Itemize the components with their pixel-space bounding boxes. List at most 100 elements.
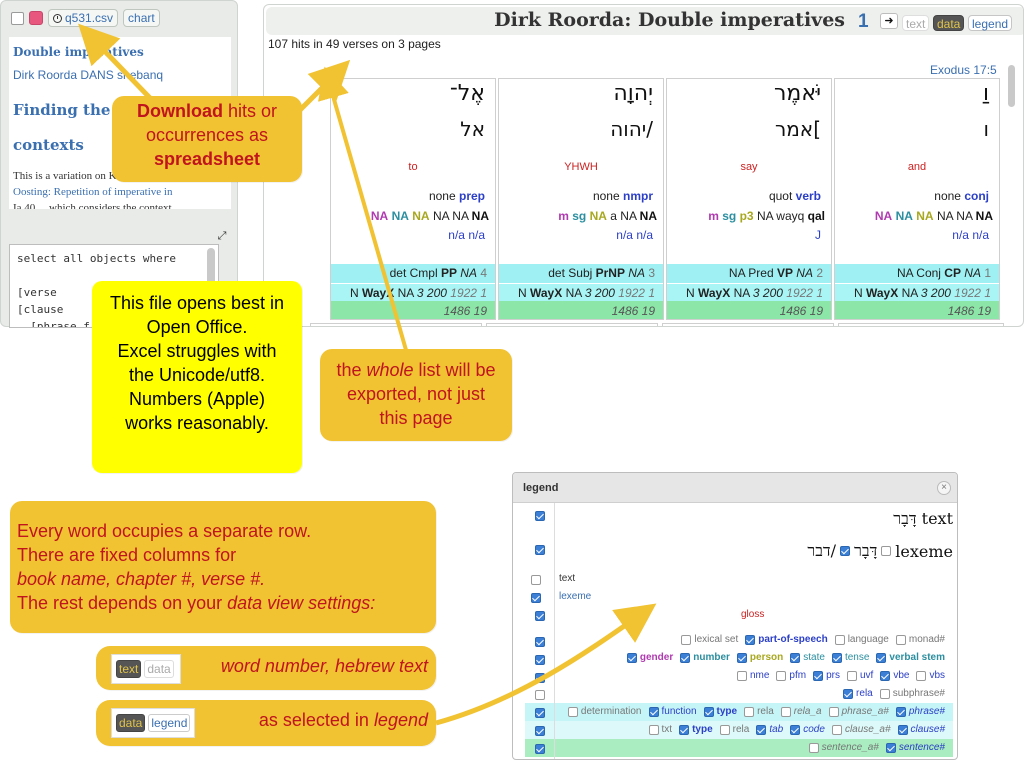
next-row-strip [486,323,658,326]
row-explanation-line-4: The rest depends on your data view setti… [17,591,430,615]
feature-checkbox[interactable] [876,652,887,663]
legend-affix-options: nme pfm prs uvf vbe vbs [736,670,949,681]
feature-checkbox[interactable] [831,724,842,735]
clause-row: N WayX NA 3 200 1922 1 [499,283,663,301]
feature-checkbox[interactable] [846,670,857,681]
feature-label: tense [844,652,870,663]
word-hebrew[interactable]: וַ [983,81,989,106]
text-hebrew: דָּבָר [893,509,917,528]
tab-text[interactable]: text [902,15,930,31]
open-office-line: This file opens best in [109,293,285,313]
pos-plain: quot [768,189,793,203]
open-office-callout: This file opens best in Open Office. Exc… [92,281,302,473]
chart-button[interactable]: chart [123,9,160,27]
feature-checkbox[interactable] [703,706,714,717]
feature-checkbox[interactable] [813,670,824,681]
tab-data[interactable]: data [144,660,174,678]
toggle-checkbox[interactable] [535,511,545,521]
verse-reference[interactable]: Exodus 17:5 [930,63,997,77]
open-office-line: Excel struggles with [117,341,277,361]
feature-checkbox[interactable] [895,706,906,717]
feature-label: vbs [929,670,945,681]
feature-checkbox[interactable] [681,634,692,645]
feature-checkbox[interactable] [736,652,747,663]
feature-checkbox[interactable] [885,742,896,753]
morph-value: sg [572,209,587,223]
feature-checkbox[interactable] [756,724,767,735]
feature-checkbox[interactable] [776,670,787,681]
feature-checkbox[interactable] [648,724,659,735]
word-lexeme[interactable]: אמר[ [775,117,821,141]
chart-label: chart [128,11,155,25]
tab-legend[interactable]: legend [148,714,191,732]
description-line-2[interactable]: Oosting: Repetition of imperative in [13,184,228,200]
word-hebrew[interactable]: יְהוָה [613,81,653,106]
tab-legend[interactable]: legend [968,15,1013,31]
feature-checkbox[interactable] [895,634,906,645]
csv-download-button[interactable]: q531.csv [48,9,119,27]
feature-checkbox[interactable] [879,688,890,699]
feature-checkbox[interactable] [626,652,637,663]
feature-checkbox[interactable] [567,706,578,717]
feature-checkbox[interactable] [831,652,842,663]
query-author[interactable]: Dirk Roorda DANS shebanq [13,68,228,82]
toggle-checkbox[interactable] [535,655,545,665]
feature-checkbox[interactable] [834,634,845,645]
query-title[interactable]: Double imperatives [13,45,228,59]
feature-checkbox[interactable] [679,724,690,735]
feature-checkbox[interactable] [736,670,747,681]
tab-text[interactable]: text [116,660,142,678]
lexeme-checkbox[interactable] [840,546,851,556]
toggle-checkbox[interactable] [535,690,545,700]
phrase-row: NA Conj CP NA 1 [835,264,999,283]
lexeme-vocalized-checkbox[interactable] [881,546,892,556]
feature-checkbox[interactable] [790,652,801,663]
toggle-checkbox[interactable] [535,744,545,754]
word-hebrew[interactable]: יֹּאמֶר [774,81,821,106]
pos-plain: none [934,189,961,203]
toggle-checkbox[interactable] [535,708,545,718]
feature-checkbox[interactable] [897,724,908,735]
next-page-button[interactable]: ➜ [880,13,898,29]
expand-icon[interactable]: ⤢ [215,229,229,243]
word-gloss: say [740,161,758,173]
clause-type: WayX [698,286,731,300]
select-checkbox[interactable] [11,11,24,25]
feature-checkbox[interactable] [808,742,819,753]
morph-value: NA [936,209,953,223]
feature-checkbox[interactable] [790,724,801,735]
feature-checkbox[interactable] [880,670,891,681]
legend-titlebar[interactable]: legend × [513,473,957,503]
morph-value: NA [432,209,449,223]
toggle-checkbox[interactable] [531,593,541,603]
tab-data[interactable]: data [933,15,965,31]
feature-checkbox[interactable] [648,706,659,717]
word-hebrew[interactable]: אֶל־ [450,81,485,106]
feature-checkbox[interactable] [745,634,756,645]
feature-checkbox[interactable] [843,688,854,699]
feature-checkbox[interactable] [680,652,691,663]
feature-checkbox[interactable] [719,724,730,735]
word-lexeme[interactable]: ו [984,117,989,141]
feature-checkbox[interactable] [828,706,839,717]
results-scrollbar[interactable] [1008,65,1015,107]
color-swatch[interactable] [29,11,43,25]
toggle-checkbox[interactable] [535,673,545,683]
toggle-checkbox[interactable] [535,637,545,647]
page-number[interactable]: 1 [858,11,869,33]
feature-checkbox[interactable] [744,706,755,717]
word-lexeme[interactable]: יהוה/ [610,117,653,141]
feature-checkbox[interactable] [780,706,791,717]
row-explanation-italic: data view settings: [227,593,376,613]
toggle-checkbox[interactable] [535,545,545,555]
toggle-checkbox[interactable] [535,726,545,736]
toggle-checkbox[interactable] [535,611,545,621]
feature-checkbox[interactable] [916,670,927,681]
word-lexeme[interactable]: אל [460,117,485,141]
toggle-checkbox[interactable] [531,575,541,585]
clause-row: N WayX NA 3 200 1922 1 [667,283,831,301]
pos-plain: none [428,189,456,203]
feature-label: person [749,652,784,663]
tab-data[interactable]: data [116,714,146,732]
close-icon[interactable]: × [937,481,951,495]
